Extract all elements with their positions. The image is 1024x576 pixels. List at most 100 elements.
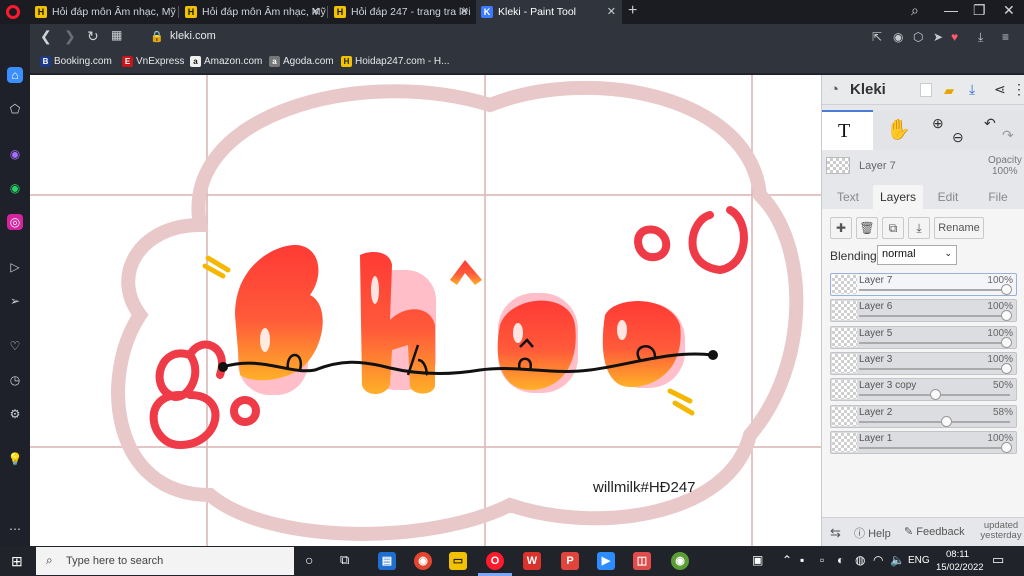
more-menu-icon[interactable]: ⋮ — [1012, 81, 1024, 98]
tray-app-2-icon[interactable]: ▫ — [820, 553, 824, 567]
restore-icon[interactable]: ❐ — [973, 2, 986, 19]
taskbar-search[interactable]: ⌕ Type here to search — [36, 547, 294, 575]
forward-icon[interactable]: ❯ — [64, 28, 76, 45]
rename-button[interactable]: Rename — [934, 217, 984, 239]
layer-opacity-handle[interactable] — [1001, 284, 1012, 295]
tray-app-3-icon[interactable]: ◐ — [837, 553, 844, 567]
opera-app-icon[interactable]: O — [486, 552, 504, 570]
bookmark-vnexpress[interactable]: E VnExpress — [122, 56, 184, 67]
layer-opacity-slider[interactable] — [859, 315, 1010, 318]
layer-row[interactable]: Layer 2 58% — [830, 404, 1017, 428]
chrome-2-app-icon[interactable]: ◉ — [671, 552, 689, 570]
minimize-icon[interactable]: — — [944, 2, 958, 18]
download-icon[interactable]: ⤓ — [969, 81, 975, 98]
bookmark-amazon[interactable]: a Amazon.com — [190, 56, 262, 67]
new-tab-icon[interactable]: + — [628, 2, 637, 20]
instagram-icon[interactable]: ◎ — [7, 214, 23, 230]
layer-row[interactable]: Layer 1 100% — [830, 430, 1017, 454]
player-icon[interactable]: ▷ — [7, 259, 23, 275]
redo-icon[interactable]: ↷ — [1002, 127, 1014, 144]
send-icon[interactable]: ➤ — [933, 30, 943, 44]
zoom-out-icon[interactable]: ⊖ — [952, 129, 964, 146]
undo-icon[interactable]: ↶ — [984, 115, 996, 132]
cortana-icon[interactable]: ○ — [305, 552, 313, 568]
layer-row[interactable]: Layer 6 100% — [830, 299, 1017, 323]
browser-tab[interactable]: H Hỏi đáp môn Âm nhạc, Mỹ — [30, 0, 178, 24]
bookmark-agoda[interactable]: a Agoda.com — [269, 56, 334, 67]
layer-opacity-slider[interactable] — [859, 420, 1010, 423]
folder-app-icon[interactable]: ▭ — [449, 552, 467, 570]
layer-opacity-handle[interactable] — [1001, 362, 1012, 374]
layer-opacity-handle[interactable] — [1001, 310, 1012, 322]
search-tabs-icon[interactable]: ⌕ — [911, 2, 919, 19]
browser-tab[interactable]: H Hỏi đáp 247 - trang tra lời ✕ — [329, 0, 475, 24]
settings-icon[interactable]: ⚙ — [7, 406, 23, 422]
wps-app-icon[interactable]: W — [523, 552, 541, 570]
help-link[interactable]: ⓘ Help — [854, 525, 891, 541]
favorites-icon[interactable]: ♡ — [7, 338, 23, 354]
reload-icon[interactable]: ↻ — [87, 28, 99, 45]
task-view-icon[interactable]: ⧉ — [340, 552, 349, 568]
clock-time[interactable]: 08:11 — [946, 549, 969, 560]
close-window-icon[interactable]: ✕ — [1003, 2, 1015, 19]
tray-app-icon[interactable]: ▪ — [800, 553, 804, 567]
save-icon[interactable]: ▰ — [944, 83, 954, 99]
tab-edit[interactable]: Edit — [923, 185, 973, 209]
language-indicator[interactable]: ENG — [908, 555, 930, 566]
delete-layer-icon[interactable]: 🗑 — [856, 217, 878, 239]
share-icon[interactable]: ⋖ — [994, 81, 1006, 98]
opera-logo-icon[interactable] — [6, 5, 20, 19]
hand-tool-icon[interactable]: ✋ — [886, 117, 911, 142]
zoom-app-icon[interactable]: ▶ — [597, 552, 615, 570]
drawing-canvas[interactable]: willmilk#HĐ247 — [30, 75, 821, 546]
back-icon[interactable]: ❮ — [40, 28, 52, 45]
windows-start-icon[interactable]: ⊞ — [11, 553, 23, 570]
messenger-icon[interactable]: ◉ — [7, 146, 23, 162]
layer-row[interactable]: Layer 7 100% — [830, 273, 1017, 296]
pdf-app-icon[interactable]: P — [561, 552, 579, 570]
layer-row[interactable]: Layer 3 copy 50% — [830, 378, 1017, 402]
swap-icon[interactable]: ⇆ — [830, 525, 841, 541]
history-icon[interactable]: ◷ — [7, 372, 23, 388]
layer-row[interactable]: Layer 5 100% — [830, 325, 1017, 349]
clock-date[interactable]: 15/02/2022 — [936, 562, 984, 573]
layer-opacity-slider[interactable] — [859, 289, 1010, 291]
layer-opacity-handle[interactable] — [1001, 336, 1012, 348]
layer-opacity-handle[interactable] — [930, 389, 941, 401]
url-field[interactable]: kleki.com — [170, 30, 216, 42]
layer-opacity-handle[interactable] — [1001, 441, 1012, 453]
blending-select[interactable]: normal ⌄ — [877, 245, 957, 265]
notifications-icon[interactable]: ▭ — [992, 552, 1004, 568]
tab-text[interactable]: Text — [823, 185, 873, 209]
add-layer-button[interactable]: ✚ — [830, 217, 852, 239]
vpn-icon[interactable]: ⬡ — [913, 30, 923, 44]
network-icon[interactable]: ◍ — [855, 553, 865, 567]
layer-opacity-slider[interactable] — [859, 341, 1010, 344]
download-icon[interactable]: ⤓ — [978, 30, 983, 45]
camera-icon[interactable]: ◉ — [893, 30, 903, 44]
share-icon[interactable]: ⇱ — [872, 30, 882, 44]
speed-dial-icon[interactable]: ▦ — [111, 28, 122, 42]
layer-opacity-handle[interactable] — [941, 415, 953, 427]
zoom-in-icon[interactable]: ⊕ — [932, 115, 944, 132]
tray-keyboard-icon[interactable]: ▣ — [752, 553, 763, 567]
tips-icon[interactable]: 💡 — [7, 451, 23, 467]
browser-tab[interactable]: H Hỏi đáp môn Âm nhạc, Mỹ ✕ — [180, 0, 326, 24]
bookmark-hoidap247[interactable]: H Hoidap247.com - H... — [341, 56, 450, 67]
whatsapp-icon[interactable]: ◉ — [7, 180, 23, 196]
volume-icon[interactable]: 🔈 — [890, 553, 905, 567]
new-document-icon[interactable] — [920, 83, 932, 97]
feedback-link[interactable]: ✎ Feedback — [904, 525, 965, 538]
duplicate-layer-icon[interactable]: ⧉ — [882, 217, 904, 239]
close-tab-icon[interactable]: ✕ — [460, 0, 469, 24]
menu-icon[interactable]: ≡ — [1002, 30, 1009, 44]
close-tab-icon[interactable]: ✕ — [607, 0, 616, 24]
more-icon[interactable]: ⋯ — [7, 521, 23, 537]
pinboards-icon[interactable]: ⬠ — [7, 101, 23, 117]
merge-layer-icon[interactable]: ⤓ — [908, 217, 930, 239]
wifi-icon[interactable]: ◠ — [873, 553, 883, 567]
text-tool-button[interactable]: T — [822, 110, 873, 150]
chrome-app-icon[interactable]: ◉ — [414, 552, 432, 570]
flow-icon[interactable]: ➢ — [7, 293, 23, 309]
home-icon[interactable]: ⌂ — [7, 67, 23, 83]
